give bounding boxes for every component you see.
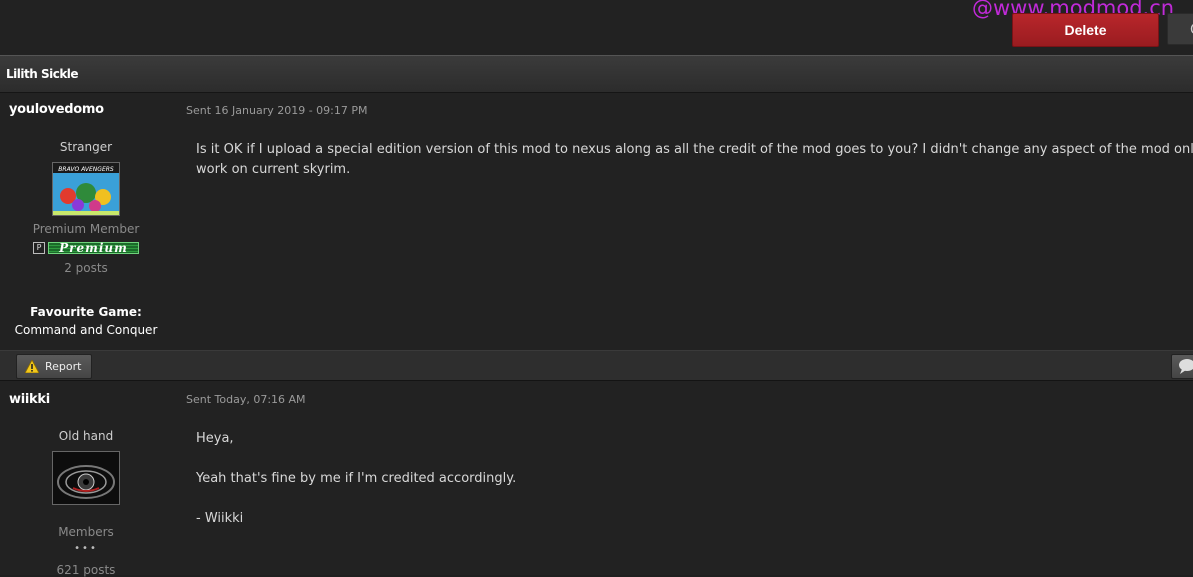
rank-pips: ••• bbox=[74, 543, 98, 554]
post-body-line: Yeah that's fine by me if I'm credited a… bbox=[196, 471, 517, 486]
post-timestamp: Sent Today, 07:16 AM bbox=[186, 393, 306, 406]
warning-icon bbox=[25, 360, 39, 373]
user-rank: Old hand bbox=[58, 429, 114, 443]
avatar-eye-icon bbox=[53, 452, 119, 504]
post-footer: Report bbox=[0, 350, 1193, 381]
secondary-button[interactable]: C bbox=[1167, 13, 1193, 45]
delete-button[interactable]: Delete bbox=[1012, 13, 1159, 47]
top-toolbar: @www.modmod.cn Delete C bbox=[0, 0, 1193, 55]
thread-header: Lilith Sickle bbox=[0, 55, 1193, 93]
post-username[interactable]: youlovedomo bbox=[9, 102, 104, 117]
thread-title: Lilith Sickle bbox=[6, 67, 79, 81]
user-group: Members bbox=[58, 525, 114, 539]
premium-icon: P bbox=[33, 241, 45, 254]
avatar-avengers-icon: BRAVO AVENGERS bbox=[53, 163, 119, 215]
post-count: 2 posts bbox=[64, 261, 108, 275]
post-body-line: Is it OK if I upload a special edition v… bbox=[196, 142, 1193, 157]
post-body: Is it OK if I upload a special edition v… bbox=[196, 140, 1193, 180]
post-username[interactable]: wiikki bbox=[9, 392, 50, 407]
avatar[interactable] bbox=[52, 451, 120, 505]
post-body-line: - Wiikki bbox=[196, 511, 244, 526]
post-body: Heya, Yeah that's fine by me if I'm cred… bbox=[196, 429, 1193, 529]
avatar[interactable]: BRAVO AVENGERS bbox=[52, 162, 120, 216]
favourite-game-label: Favourite Game: bbox=[30, 305, 142, 319]
svg-text:BRAVO AVENGERS: BRAVO AVENGERS bbox=[58, 166, 114, 173]
message-post: youlovedomo Sent 16 January 2019 - 09:17… bbox=[0, 93, 1193, 350]
favourite-game-value: Command and Conquer bbox=[14, 323, 158, 337]
speech-bubble-icon bbox=[1179, 359, 1193, 374]
report-label: Report bbox=[45, 360, 82, 373]
premium-badge-label: Premium bbox=[48, 241, 139, 254]
message-post: wiikki Sent Today, 07:16 AM Old hand Mem… bbox=[0, 381, 1193, 577]
report-button[interactable]: Report bbox=[16, 354, 93, 379]
quote-button[interactable] bbox=[1171, 354, 1193, 379]
user-rank: Stranger bbox=[59, 140, 113, 154]
post-timestamp: Sent 16 January 2019 - 09:17 PM bbox=[186, 104, 368, 117]
post-body-line: Heya, bbox=[196, 431, 234, 446]
premium-badge: P Premium bbox=[33, 241, 139, 254]
user-group: Premium Member bbox=[32, 222, 140, 236]
post-body-line: work on current skyrim. bbox=[196, 162, 351, 177]
